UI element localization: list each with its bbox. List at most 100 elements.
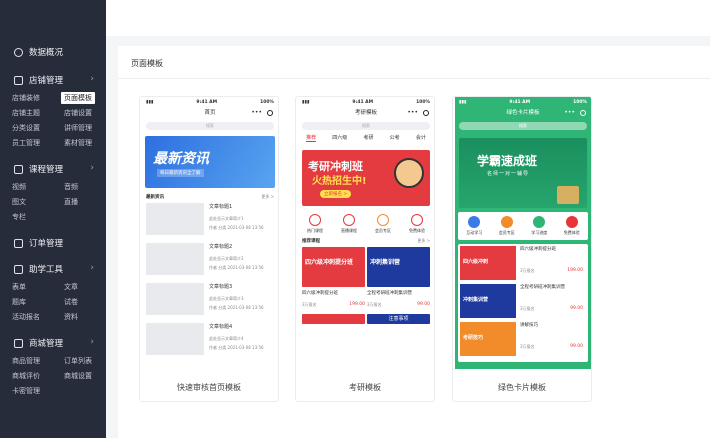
search-box: 搜索 — [459, 122, 587, 130]
template-card-1[interactable]: ▮▮▮ 9:41 AM 100% 首页 ••• 搜索 最新资讯 每日最新资讯全了解 最… — [139, 96, 279, 402]
sidebar-item-shop-theme[interactable]: 店铺主题 — [12, 107, 64, 119]
sidebar-item-form[interactable]: 表单 — [12, 281, 64, 293]
sidebar-item-event[interactable]: 活动报名 — [12, 311, 64, 323]
toolbox-icon — [14, 264, 23, 274]
tab-kaoyan[interactable]: 考研 — [363, 134, 373, 142]
top-bar — [106, 0, 710, 36]
image-placeholder-icon — [146, 283, 204, 315]
status-bar: ▮▮▮ 9:41 AM 100% — [146, 99, 274, 105]
phone-preview: ▮▮▮ 9:41 AM 100% 绿色卡片模板 ••• 搜索 学霸速成班 名师一对一辅… — [455, 97, 591, 369]
sidebar-item-staff[interactable]: 员工管理 — [12, 137, 64, 149]
list-item[interactable]: 冲刺集训营 全程考研班冲刺集训营 3万报名 99.00 — [460, 284, 586, 320]
list-item[interactable]: 文章标题3 此处显示文章简介3 作者 分类 2021-03-08 13:56 — [142, 280, 278, 320]
sidebar-item-lecturer[interactable]: 讲师管理 — [64, 122, 106, 134]
sidebar-item-column[interactable]: 专栏 — [12, 211, 64, 223]
sidebar-item-audio[interactable]: 音频 — [64, 181, 106, 193]
course-card[interactable]: 四六级冲刺提分班 四六级冲刺提分班 3万报名 199.00 — [302, 247, 365, 308]
category-icon — [500, 216, 513, 228]
sidebar-item-category[interactable]: 分类设置 — [12, 122, 64, 134]
sidebar-item-mall-settings[interactable]: 商城设置 — [64, 370, 106, 382]
banner: 最新资讯 每日最新资讯全了解 — [145, 136, 275, 188]
icon-entry[interactable]: 免费体验 — [409, 214, 425, 234]
template-card-3[interactable]: ▮▮▮ 9:41 AM 100% 绿色卡片模板 ••• 搜索 学霸速成班 名师一对一辅… — [452, 96, 592, 402]
more-icon: ••• — [564, 109, 575, 116]
image-placeholder-icon — [146, 323, 204, 355]
signal-icon: ▮▮▮ — [146, 99, 154, 105]
sidebar-item-resources[interactable]: 资料 — [64, 311, 106, 323]
sidebar-section-label: 店铺管理 — [29, 76, 64, 86]
icon-entry[interactable]: 会员专区 — [499, 216, 515, 236]
chevron-right-icon: › — [90, 263, 94, 273]
status-bar: ▮▮▮ 9:41 AM 100% — [459, 99, 587, 105]
list-item[interactable]: 文章标题2 此处显示文章简介2 作者 分类 2021-03-08 13:56 — [142, 240, 278, 280]
sidebar-subgrid-tools: 表单 文章 题库 试卷 活动报名 资料 — [0, 281, 106, 323]
course-grid: 四六级冲刺提分班 四六级冲刺提分班 3万报名 199.00 冲刺集训营 全程考研班… — [298, 244, 434, 308]
sidebar-section-mall[interactable]: 商城管理 › — [0, 333, 106, 353]
template-caption: 快速审核首页模板 — [177, 383, 241, 392]
template-caption: 考研模板 — [349, 383, 381, 392]
sidebar-subgrid-mall: 商品管理 订单列表 商城评价 商城设置 卡密管理 — [0, 355, 106, 397]
category-icon — [468, 216, 481, 228]
list-item[interactable]: 考研技巧 讲解技巧 3万报名 99.00 — [460, 322, 586, 358]
list-item[interactable]: 文章标题1 此处显示文章简介1 作者 分类 2021-03-08 13:56 — [142, 200, 278, 240]
clock-icon — [14, 47, 23, 57]
chevron-right-icon: › — [90, 163, 94, 173]
icon-entry[interactable]: 学习进度 — [531, 216, 547, 236]
sidebar-item-goods[interactable]: 商品管理 — [12, 355, 64, 367]
icon-entry[interactable]: 免费体验 — [564, 216, 580, 236]
shop-icon — [14, 75, 23, 85]
sidebar-item-shop-settings[interactable]: 店铺设置 — [64, 107, 106, 119]
sidebar-section-label: 助学工具 — [29, 265, 64, 275]
signal-icon: ▮▮▮ — [302, 99, 310, 105]
sidebar-item-shop-decor[interactable]: 店铺装修 — [12, 92, 64, 104]
tab-cet[interactable]: 四六级 — [332, 134, 347, 142]
icon-entry[interactable]: 直播课程 — [341, 214, 357, 234]
list-item[interactable]: 文章标题4 此处显示文章简介4 作者 分类 2021-03-08 13:56 — [142, 320, 278, 360]
sidebar-item-article[interactable]: 图文 — [12, 196, 64, 208]
sidebar-item-orders[interactable]: 订单管理 — [0, 233, 106, 253]
template-caption: 绿色卡片模板 — [498, 383, 546, 392]
banner: 考研冲刺班 火热招生中! 立即报名 > — [302, 150, 430, 206]
search-box: 搜索 — [146, 122, 274, 130]
image-placeholder-icon — [146, 203, 204, 235]
icon-entry[interactable]: 互动学习 — [466, 216, 482, 236]
tab-accounting[interactable]: 会计 — [416, 134, 426, 142]
course-list: 四六级冲刺 四六级冲刺提分班 3万报名 199.00 冲刺集训营 全程考研班冲刺集… — [458, 244, 588, 362]
sidebar-item-material[interactable]: 素材管理 — [64, 137, 106, 149]
sidebar-subgrid-shop: 店铺装修 页面模板 店铺主题 店铺设置 分类设置 讲师管理 员工管理 素材管理 — [0, 92, 106, 149]
template-card-2[interactable]: ▮▮▮ 9:41 AM 100% 考研模板 ••• 搜索 推荐 四六级 考研 公考 会… — [295, 96, 435, 402]
sidebar-section-tools[interactable]: 助学工具 › — [0, 259, 106, 279]
icon-row: 热门课程 直播课程 会员专区 免费体验 — [298, 214, 434, 234]
tab-gongkao[interactable]: 公考 — [390, 134, 400, 142]
avatar — [394, 158, 424, 188]
category-icon — [377, 214, 389, 226]
clock-illustration — [557, 186, 579, 204]
chevron-right-icon: › — [90, 337, 94, 347]
page-title: 页面模板 — [131, 59, 163, 68]
sidebar-item-exam[interactable]: 试卷 — [64, 296, 106, 308]
signup-button[interactable]: 立即报名 > — [320, 190, 352, 198]
sidebar-item-overview[interactable]: 数据概况 — [0, 42, 106, 62]
nav-bar: 考研模板 ••• — [298, 107, 434, 119]
sidebar-item-video[interactable]: 视频 — [12, 181, 64, 193]
category-icon — [533, 216, 546, 228]
icon-entry[interactable]: 会员专区 — [375, 214, 391, 234]
sidebar-item-order-list[interactable]: 订单列表 — [64, 355, 106, 367]
phone-preview: ▮▮▮ 9:41 AM 100% 首页 ••• 搜索 最新资讯 每日最新资讯全了解 最… — [142, 97, 278, 369]
status-bar: ▮▮▮ 9:41 AM 100% — [302, 99, 430, 105]
course-card[interactable]: 冲刺集训营 全程考研班冲刺集训营 3万报名 99.00 — [367, 247, 430, 308]
sidebar-item-article2[interactable]: 文章 — [64, 281, 106, 293]
sidebar-item-question-bank[interactable]: 题库 — [12, 296, 64, 308]
sidebar-item-mall-review[interactable]: 商城评价 — [12, 370, 64, 382]
divider — [118, 78, 710, 79]
sidebar-section-label: 课程管理 — [29, 165, 64, 175]
sidebar-item-card-code[interactable]: 卡密管理 — [12, 385, 64, 397]
sidebar-item-page-template[interactable]: 页面模板 — [61, 92, 95, 104]
sidebar-section-shop[interactable]: 店铺管理 › — [0, 70, 106, 90]
list-item[interactable]: 四六级冲刺 四六级冲刺提分班 3万报名 199.00 — [460, 246, 586, 282]
sidebar-section-course[interactable]: 课程管理 › — [0, 159, 106, 179]
tab-recommend[interactable]: 推荐 — [306, 134, 317, 142]
icon-entry[interactable]: 热门课程 — [307, 214, 323, 234]
bottom-banners: 注意事项 — [298, 308, 434, 324]
sidebar-item-live[interactable]: 直播 — [64, 196, 106, 208]
